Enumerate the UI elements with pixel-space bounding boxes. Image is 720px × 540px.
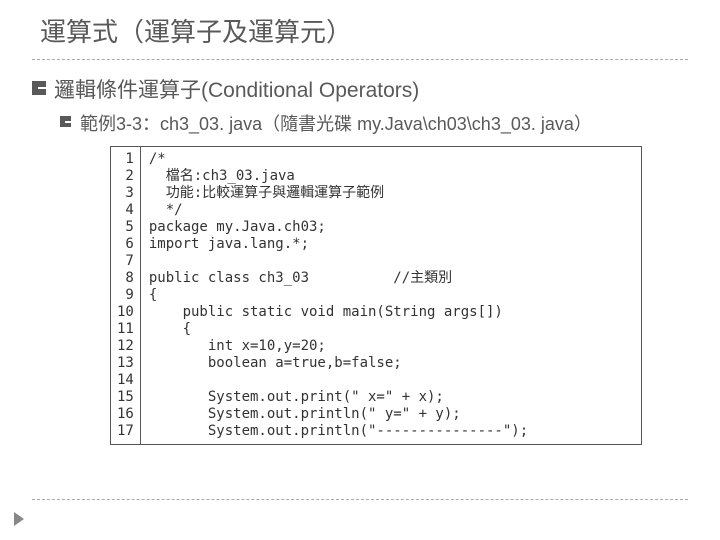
- slide-title: 運算式（運算子及運算元）: [0, 0, 720, 59]
- content-area: 邏輯條件運算子(Conditional Operators) 範例3-3：ch3…: [0, 60, 720, 445]
- code-text: /* 檔名:ch3_03.java 功能:比較運算子與邏輯運算子範例 */ pa…: [141, 147, 536, 444]
- code-listing: 1 2 3 4 5 6 7 8 9 10 11 12 13 14 15 16 1…: [110, 146, 642, 445]
- heading-level2: 範例3-3：ch3_03. java（隨書光碟 my.Java\ch03\ch3…: [32, 110, 688, 136]
- divider-bottom: [32, 499, 688, 500]
- corner-arrow-icon: [14, 512, 24, 526]
- line-numbers: 1 2 3 4 5 6 7 8 9 10 11 12 13 14 15 16 1…: [111, 147, 141, 444]
- heading-level1: 邏輯條件運算子(Conditional Operators): [32, 74, 688, 104]
